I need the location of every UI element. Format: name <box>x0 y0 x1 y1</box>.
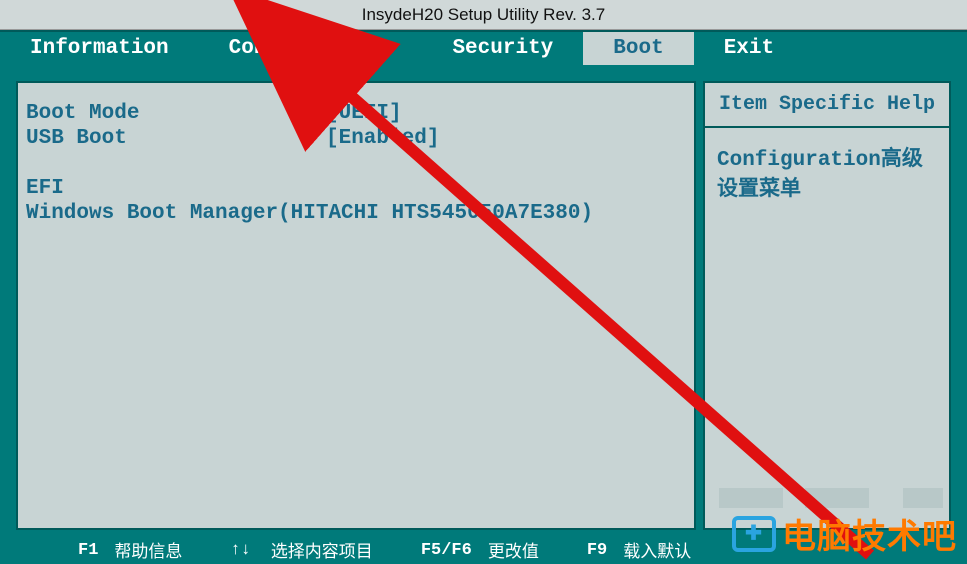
setting-usb-boot[interactable]: USB Boot [Enabled] <box>26 126 688 151</box>
item-help-panel: Item Specific Help Configuration高级设置菜单 <box>703 81 951 530</box>
smudge <box>903 488 943 508</box>
tab-information[interactable]: Information <box>0 32 199 65</box>
boot-entry-efi[interactable]: EFI <box>26 176 688 201</box>
arrow-keys-icon: ↑↓ <box>230 541 250 560</box>
help-header: Item Specific Help <box>705 83 949 128</box>
f5f6-label: 更改值 <box>488 537 539 563</box>
tab-boot[interactable]: Boot <box>583 32 693 65</box>
smudge <box>719 488 783 508</box>
setting-label: Boot Mode <box>26 101 326 126</box>
help-body: Configuration高级设置菜单 <box>705 128 949 224</box>
boot-entry-label: EFI <box>26 176 64 201</box>
watermark-text: 电脑技术吧 <box>782 509 957 558</box>
f9-key: F9 <box>587 541 607 560</box>
watermark: 电脑技术吧 <box>732 509 957 558</box>
boot-entry-label: Windows Boot Manager(HITACHI HTS545050A7… <box>26 201 593 226</box>
watermark-icon <box>732 516 776 552</box>
tab-exit[interactable]: Exit <box>694 32 804 65</box>
setting-value: [Enabled] <box>326 126 439 151</box>
boot-settings-panel: Boot Mode [UEFI] USB Boot [Enabled] EFI … <box>16 81 696 530</box>
bios-tab-bar: Information Configuration Security Boot … <box>0 30 967 65</box>
arrows-label: 选择内容项目 <box>271 537 373 563</box>
window-title: InsydeH20 Setup Utility Rev. 3.7 <box>0 0 967 30</box>
smudge <box>805 488 869 508</box>
tab-security[interactable]: Security <box>422 32 583 65</box>
boot-entry-windows[interactable]: Windows Boot Manager(HITACHI HTS545050A7… <box>26 201 688 226</box>
f5f6-key: F5/F6 <box>421 541 472 560</box>
bios-workarea: Boot Mode [UEFI] USB Boot [Enabled] EFI … <box>0 65 967 536</box>
f1-key: F1 <box>78 541 98 560</box>
setting-label: USB Boot <box>26 126 326 151</box>
setting-value: [UEFI] <box>326 101 402 126</box>
f9-label: 载入默认 <box>623 537 691 563</box>
f1-label: 帮助信息 <box>114 537 182 563</box>
tab-configuration[interactable]: Configuration <box>199 32 423 65</box>
setting-boot-mode[interactable]: Boot Mode [UEFI] <box>26 101 688 126</box>
